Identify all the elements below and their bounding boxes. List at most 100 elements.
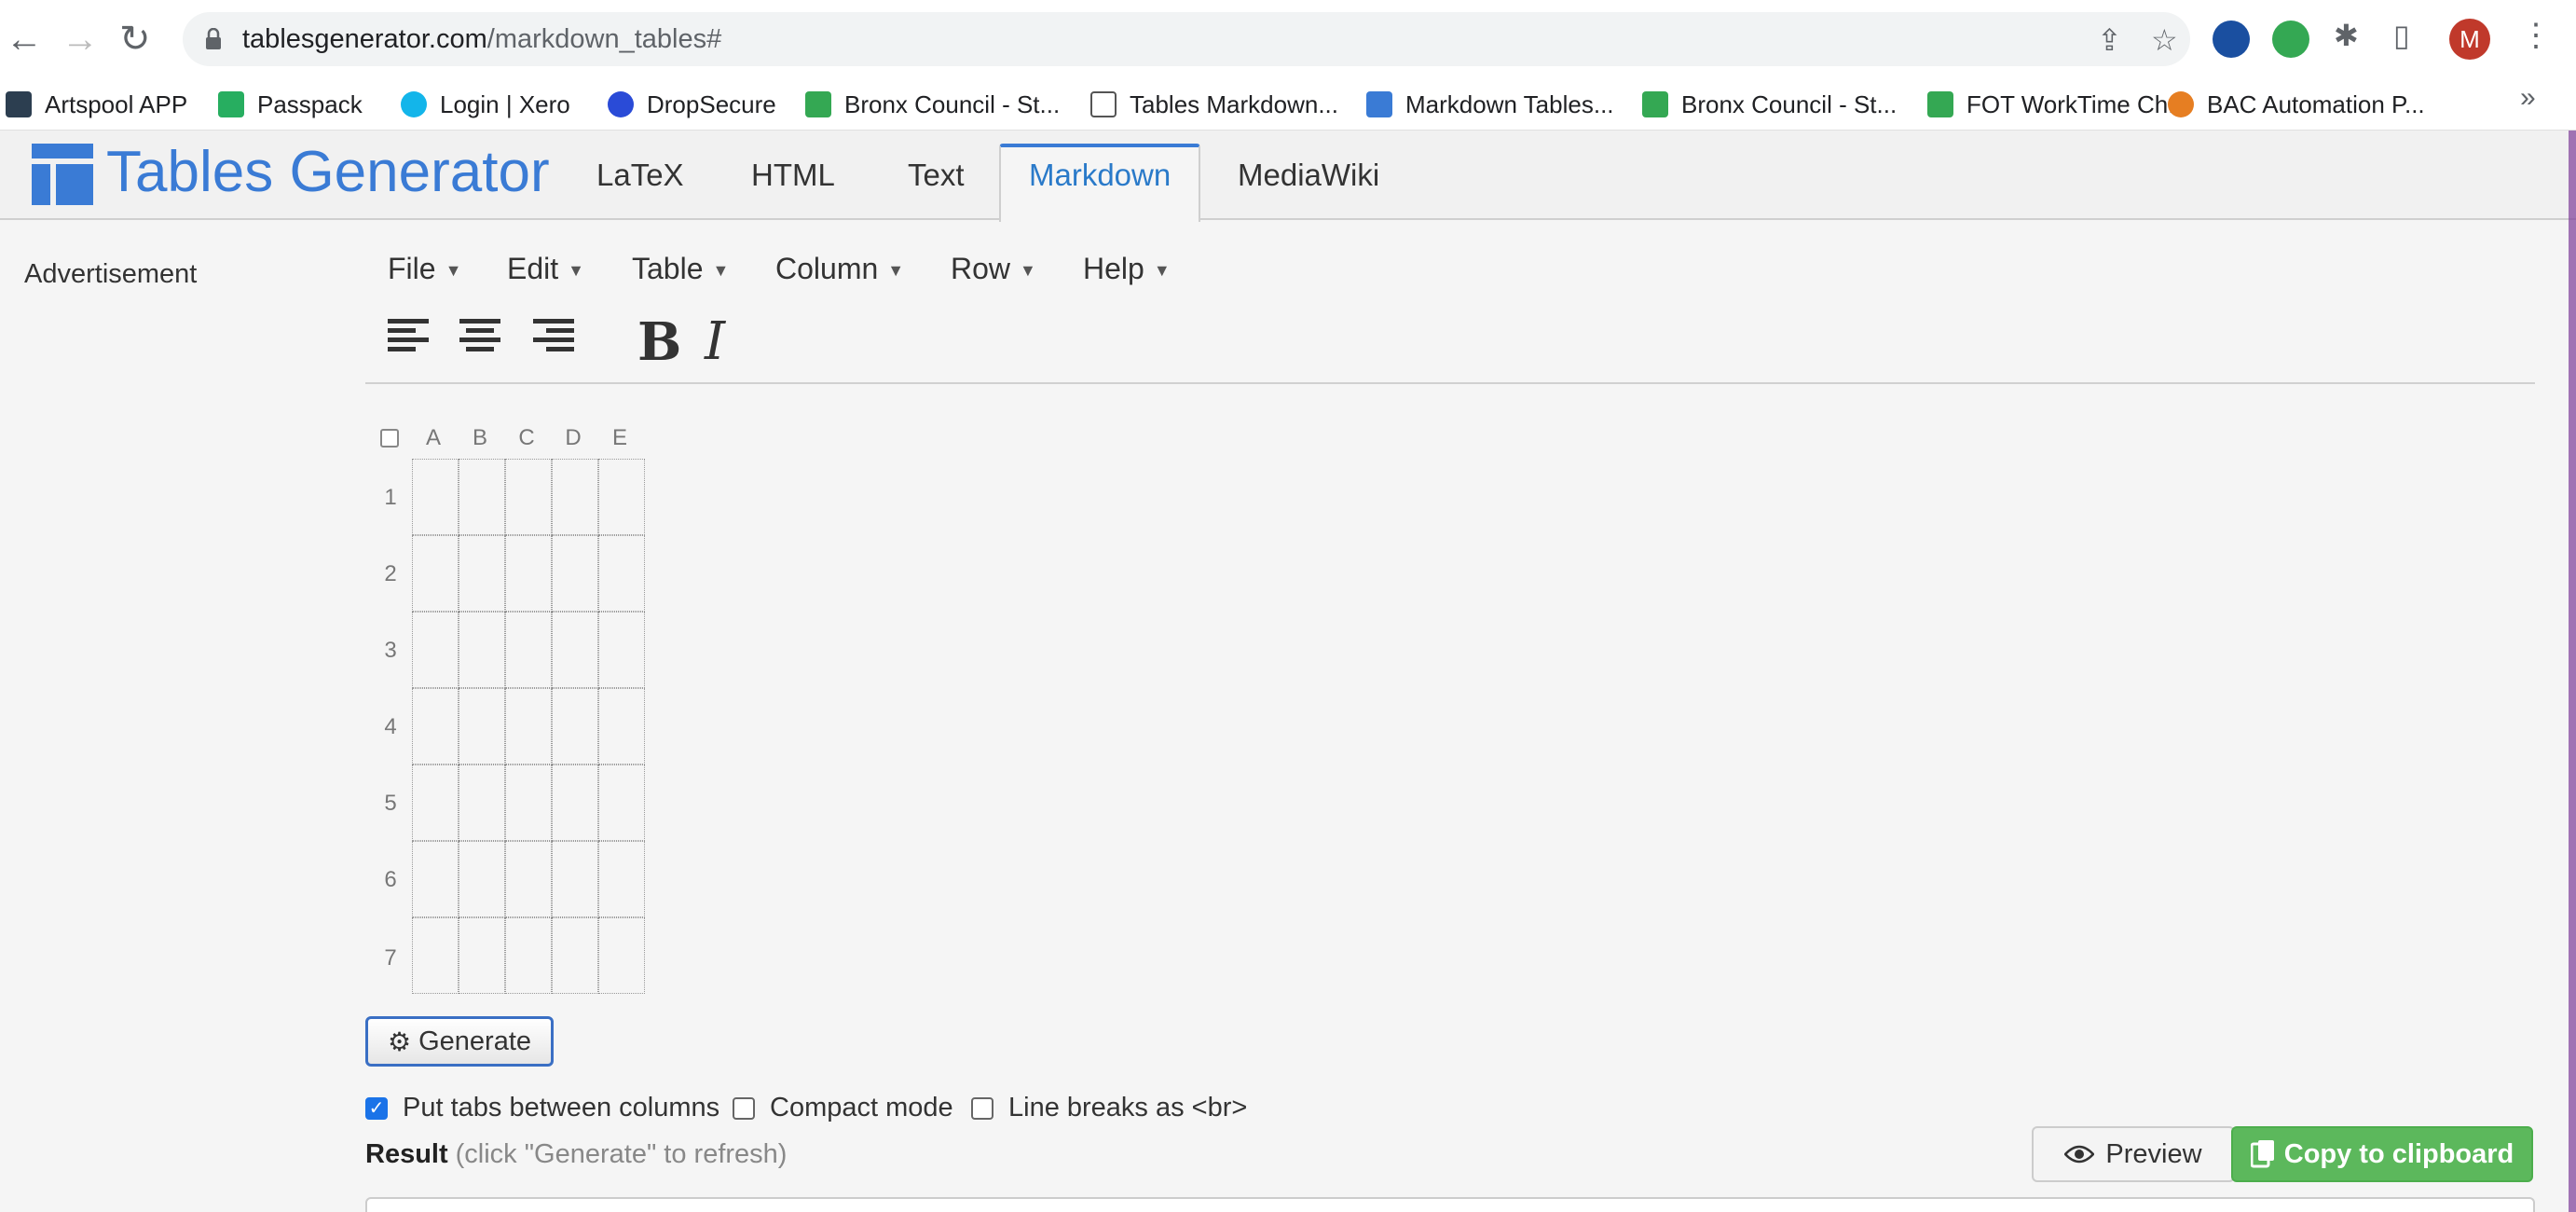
menu-table[interactable]: Table ▼ (632, 252, 729, 286)
more-menu-icon[interactable]: ⋮ (2520, 17, 2552, 54)
column-header[interactable]: A (410, 425, 457, 451)
url-text[interactable]: tablesgenerator.com/markdown_tables# (242, 23, 721, 55)
table-cell[interactable] (505, 535, 552, 612)
checkbox-checked[interactable]: ✓ (365, 1096, 388, 1120)
preview-button[interactable]: Preview (2032, 1126, 2235, 1182)
table-cell[interactable] (598, 917, 645, 994)
forward-icon[interactable]: → (62, 19, 99, 60)
menu-row[interactable]: Row ▼ (951, 252, 1036, 286)
generate-button[interactable]: ⚙ Generate (365, 1016, 554, 1067)
bold-icon[interactable]: B (637, 311, 681, 373)
table-cell[interactable] (598, 688, 645, 764)
table-cell[interactable] (598, 841, 645, 917)
lock-icon[interactable] (205, 28, 222, 50)
table-cell[interactable] (505, 917, 552, 994)
address-bar[interactable]: tablesgenerator.com/markdown_tables# ⇪ ☆ (183, 12, 2190, 66)
table-cell[interactable] (412, 612, 459, 688)
table-cell[interactable] (412, 917, 459, 994)
checkmark-extension-icon[interactable] (2272, 21, 2309, 58)
puzzle-icon[interactable]: ✱ (2334, 21, 2359, 50)
table-cell[interactable] (412, 764, 459, 841)
table-cell[interactable] (459, 764, 505, 841)
copy-to-clipboard-button[interactable]: Copy to clipboard (2231, 1126, 2533, 1182)
table-cell[interactable] (459, 841, 505, 917)
table-cell[interactable] (459, 612, 505, 688)
bookmark-item[interactable]: Artspool APP (6, 86, 187, 123)
bookmark-item[interactable]: Bronx Council - St... (805, 86, 1060, 123)
checkbox[interactable] (971, 1096, 993, 1120)
table-cell[interactable] (598, 459, 645, 535)
table-cell[interactable] (412, 535, 459, 612)
bookmarks-overflow-icon[interactable]: » (2520, 82, 2536, 114)
row-header[interactable]: 4 (377, 714, 404, 740)
column-header[interactable]: C (503, 425, 550, 451)
row-header[interactable]: 3 (377, 638, 404, 664)
table-cell[interactable] (552, 764, 598, 841)
reload-icon[interactable]: ↻ (119, 19, 151, 60)
menu-column[interactable]: Column ▼ (775, 252, 904, 286)
bookmark-item[interactable]: Markdown Tables... (1366, 86, 1614, 123)
align-left-icon[interactable] (388, 317, 431, 354)
table-cell[interactable] (459, 688, 505, 764)
select-all-checkbox[interactable] (380, 429, 399, 448)
bookmark-item[interactable]: Tables Markdown... (1090, 86, 1338, 123)
result-textarea[interactable] (365, 1197, 2535, 1212)
menu-help[interactable]: Help ▼ (1083, 252, 1171, 286)
table-cell[interactable] (505, 764, 552, 841)
option-compact-mode[interactable]: Compact mode (733, 1093, 953, 1123)
password-manager-icon[interactable] (2213, 21, 2250, 58)
table-cell[interactable] (552, 688, 598, 764)
share-icon[interactable]: ⇪ (2097, 25, 2122, 55)
table-cell[interactable] (552, 459, 598, 535)
column-header[interactable]: D (550, 425, 596, 451)
back-icon[interactable]: ← (6, 19, 43, 60)
table-cell[interactable] (505, 841, 552, 917)
tab-markdown[interactable]: Markdown (999, 144, 1201, 222)
row-header[interactable]: 7 (377, 945, 404, 971)
bookmark-item[interactable]: BAC Automation P... (2168, 86, 2425, 123)
bookmark-item[interactable]: Login | Xero (401, 86, 570, 123)
table-cell[interactable] (412, 841, 459, 917)
table-cell[interactable] (552, 535, 598, 612)
bookmark-item[interactable]: FOT WorkTime Ch... (1927, 86, 2188, 123)
table-cell[interactable] (412, 459, 459, 535)
table-cell[interactable] (505, 459, 552, 535)
side-panel-icon[interactable]: ▯ (2393, 21, 2410, 50)
table-cell[interactable] (598, 612, 645, 688)
table-cell[interactable] (412, 688, 459, 764)
avatar[interactable]: M (2449, 19, 2490, 60)
option-tabs-between-columns[interactable]: ✓ Put tabs between columns (365, 1093, 719, 1123)
star-icon[interactable]: ☆ (2151, 25, 2178, 55)
option-line-breaks[interactable]: Line breaks as <br> (971, 1093, 1247, 1123)
align-right-icon[interactable] (531, 317, 574, 354)
table-cell[interactable] (552, 841, 598, 917)
table-cell[interactable] (552, 612, 598, 688)
bookmark-item[interactable]: Passpack (218, 86, 363, 123)
table-cell[interactable] (459, 917, 505, 994)
table-cell[interactable] (459, 459, 505, 535)
row-header[interactable]: 6 (377, 867, 404, 893)
tables-generator-logo-icon[interactable] (32, 144, 93, 205)
align-center-icon[interactable] (459, 317, 501, 354)
tab-html[interactable]: HTML (723, 147, 863, 220)
row-header[interactable]: 5 (377, 791, 404, 817)
table-cell[interactable] (505, 688, 552, 764)
brand-name[interactable]: Tables Generator (106, 140, 550, 205)
row-header[interactable]: 1 (377, 485, 404, 511)
table-cell[interactable] (459, 535, 505, 612)
table-cell[interactable] (598, 764, 645, 841)
italic-icon[interactable]: I (705, 311, 725, 372)
menu-file[interactable]: File ▼ (388, 252, 461, 286)
bookmark-item[interactable]: Bronx Council - St... (1642, 86, 1897, 123)
tab-text[interactable]: Text (880, 147, 993, 220)
row-header[interactable]: 2 (377, 561, 404, 587)
tab-latex[interactable]: LaTeX (569, 147, 712, 220)
table-cell[interactable] (505, 612, 552, 688)
table-cell[interactable] (552, 917, 598, 994)
bookmark-item[interactable]: DropSecure (608, 86, 776, 123)
table-cell[interactable] (598, 535, 645, 612)
menu-edit[interactable]: Edit ▼ (507, 252, 584, 286)
checkbox[interactable] (733, 1096, 755, 1120)
column-header[interactable]: B (457, 425, 503, 451)
tab-mediawiki[interactable]: MediaWiki (1210, 147, 1407, 220)
